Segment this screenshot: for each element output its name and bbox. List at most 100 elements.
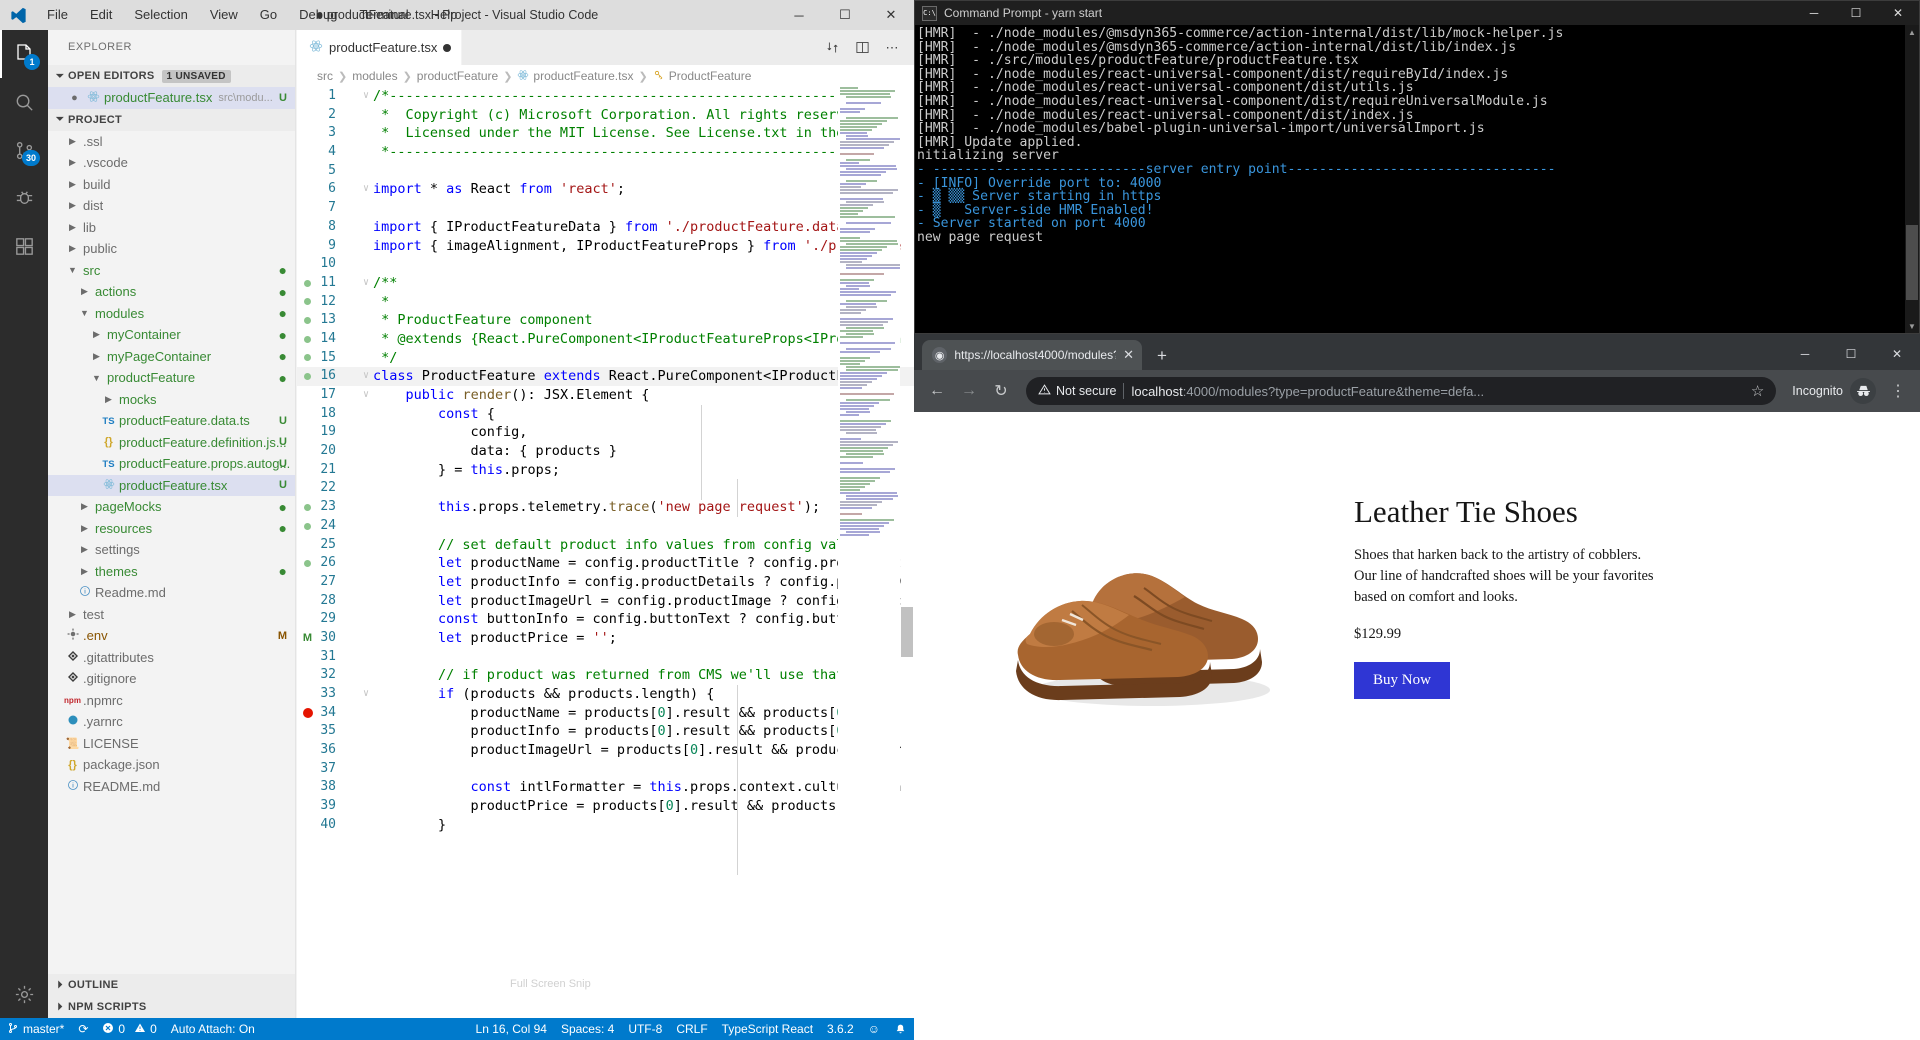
status-branch[interactable]: master*	[0, 1018, 71, 1040]
tree-item-mocks[interactable]: ▶ mocks	[48, 389, 295, 411]
code-line[interactable]: 37	[297, 760, 914, 779]
fold-icon[interactable]	[359, 143, 373, 162]
tree-item-gitattributes[interactable]: .gitattributes	[48, 647, 295, 669]
bookmark-icon[interactable]: ☆	[1751, 382, 1764, 400]
fold-icon[interactable]	[359, 106, 373, 125]
tree-item-src[interactable]: ▼ src ●	[48, 260, 295, 282]
back-button[interactable]: ←	[922, 376, 952, 406]
code-line[interactable]: 26 let productName = config.productTitle…	[297, 554, 914, 573]
status-encoding[interactable]: UTF-8	[621, 1018, 669, 1040]
code-line[interactable]: 7	[297, 199, 914, 218]
menu-help[interactable]: Help	[420, 0, 469, 30]
code-line[interactable]: 20 data: { products }	[297, 442, 914, 461]
status-language-mode[interactable]: TypeScript React	[715, 1018, 820, 1040]
fold-icon[interactable]	[359, 405, 373, 424]
fold-icon[interactable]	[359, 498, 373, 517]
code-line[interactable]: 8 import { IProductFeatureData } from './…	[297, 218, 914, 237]
tree-item-env[interactable]: .env M	[48, 625, 295, 647]
cmd-scrollbar-thumb[interactable]	[1906, 225, 1918, 300]
tree-item-license[interactable]: 📜 LICENSE	[48, 733, 295, 755]
fold-icon[interactable]	[359, 536, 373, 555]
code-line[interactable]: 4 *-------------------------------------…	[297, 143, 914, 162]
fold-icon[interactable]	[359, 255, 373, 274]
security-status[interactable]: Not secure	[1038, 383, 1116, 399]
code-line[interactable]: M 30 let productPrice = '';	[297, 629, 914, 648]
fold-icon[interactable]: ∨	[359, 386, 373, 405]
code-line[interactable]: 16 ∨ class ProductFeature extends React.Pu…	[297, 367, 914, 386]
code-line[interactable]: 13 * ProductFeature component	[297, 311, 914, 330]
open-editor-item-productfeature[interactable]: ● productFeature.tsx src\modu... U	[48, 87, 295, 109]
breadcrumb-productfeature-folder[interactable]: productFeature	[417, 69, 498, 83]
close-button[interactable]: ✕	[868, 0, 914, 30]
breadcrumb-modules[interactable]: modules	[352, 69, 397, 83]
status-sync[interactable]: ⟳	[71, 1018, 95, 1040]
tree-item-productfeature-definition-js[interactable]: {} productFeature.definition.js... U	[48, 432, 295, 454]
code-line[interactable]: 17 ∨ public render(): JSX.Element {	[297, 386, 914, 405]
fold-icon[interactable]: ∨	[359, 685, 373, 704]
code-line[interactable]: 21 } = this.props;	[297, 461, 914, 480]
menu-debug[interactable]: Debug	[288, 0, 348, 30]
code-line[interactable]: 40 }	[297, 816, 914, 835]
status-auto-attach[interactable]: Auto Attach: On	[164, 1018, 262, 1040]
fold-icon[interactable]	[359, 124, 373, 143]
fold-icon[interactable]	[359, 311, 373, 330]
tree-item-ssl[interactable]: ▶ .ssl	[48, 131, 295, 153]
address-bar[interactable]: Not secure localhost:4000/modules?type=p…	[1026, 377, 1777, 405]
fold-icon[interactable]: ∨	[359, 87, 373, 106]
compare-changes-icon[interactable]	[818, 34, 846, 62]
activity-extensions-icon[interactable]	[0, 222, 48, 270]
fold-icon[interactable]	[359, 704, 373, 723]
fold-icon[interactable]	[359, 162, 373, 181]
breadcrumb-src[interactable]: src	[317, 69, 333, 83]
code-line[interactable]: 19 config,	[297, 423, 914, 442]
incognito-indicator[interactable]: Incognito	[1786, 378, 1882, 404]
outline-header[interactable]: ⏵ OUTLINE	[48, 974, 295, 996]
fold-icon[interactable]	[359, 479, 373, 498]
fold-icon[interactable]	[359, 778, 373, 797]
fold-icon[interactable]	[359, 722, 373, 741]
tab-close-icon[interactable]: ✕	[1123, 347, 1134, 363]
tree-item-lib[interactable]: ▶ lib	[48, 217, 295, 239]
fold-icon[interactable]	[359, 461, 373, 480]
fold-icon[interactable]	[359, 349, 373, 368]
activity-explorer-icon[interactable]: 1	[0, 30, 48, 78]
fold-icon[interactable]	[359, 592, 373, 611]
fold-icon[interactable]	[359, 517, 373, 536]
tree-item-pagemocks[interactable]: ▶ pageMocks ●	[48, 496, 295, 518]
fold-icon[interactable]	[359, 423, 373, 442]
code-line[interactable]: 22	[297, 479, 914, 498]
code-line[interactable]: 27 let productInfo = config.productDetai…	[297, 573, 914, 592]
minimize-button[interactable]: ─	[1782, 338, 1828, 370]
tree-item-productfeature-tsx[interactable]: productFeature.tsx U	[48, 474, 295, 496]
status-problems[interactable]: 0 0	[95, 1018, 163, 1040]
split-editor-icon[interactable]	[848, 34, 876, 62]
code-line[interactable]: 35 productInfo = products[0].result && p…	[297, 722, 914, 741]
maximize-button[interactable]: ☐	[1828, 338, 1874, 370]
code-line[interactable]: 10	[297, 255, 914, 274]
tree-item-productfeature-props-autog[interactable]: TS productFeature.props.autog... U	[48, 453, 295, 475]
tree-item-gitignore[interactable]: .gitignore	[48, 668, 295, 690]
tree-item-readme-md[interactable]: Readme.md	[48, 582, 295, 604]
tree-item-dist[interactable]: ▶ dist	[48, 195, 295, 217]
code-line[interactable]: 24	[297, 517, 914, 536]
more-actions-icon[interactable]: ⋯	[878, 34, 906, 62]
fold-icon[interactable]	[359, 610, 373, 629]
fold-icon[interactable]	[359, 760, 373, 779]
fold-icon[interactable]	[359, 199, 373, 218]
activity-settings-icon[interactable]	[0, 970, 48, 1018]
fold-icon[interactable]	[359, 741, 373, 760]
activity-search-icon[interactable]	[0, 78, 48, 126]
minimize-button[interactable]: ─	[776, 0, 822, 30]
menu-terminal[interactable]: Terminal	[348, 0, 419, 30]
breakpoint-icon[interactable]	[297, 704, 318, 723]
scrollbar-thumb[interactable]	[901, 607, 913, 657]
tree-item-settings[interactable]: ▶ settings	[48, 539, 295, 561]
tree-item-productfeature[interactable]: ▼ productFeature ●	[48, 367, 295, 389]
tree-item-actions[interactable]: ▶ actions ●	[48, 281, 295, 303]
vscode-menubar[interactable]: File Edit Selection View Go Debug Termin…	[36, 0, 468, 30]
fold-icon[interactable]	[359, 330, 373, 349]
tree-item-yarnrc[interactable]: .yarnrc	[48, 711, 295, 733]
minimap[interactable]	[838, 87, 900, 1018]
status-eol[interactable]: CRLF	[669, 1018, 714, 1040]
menu-go[interactable]: Go	[249, 0, 288, 30]
